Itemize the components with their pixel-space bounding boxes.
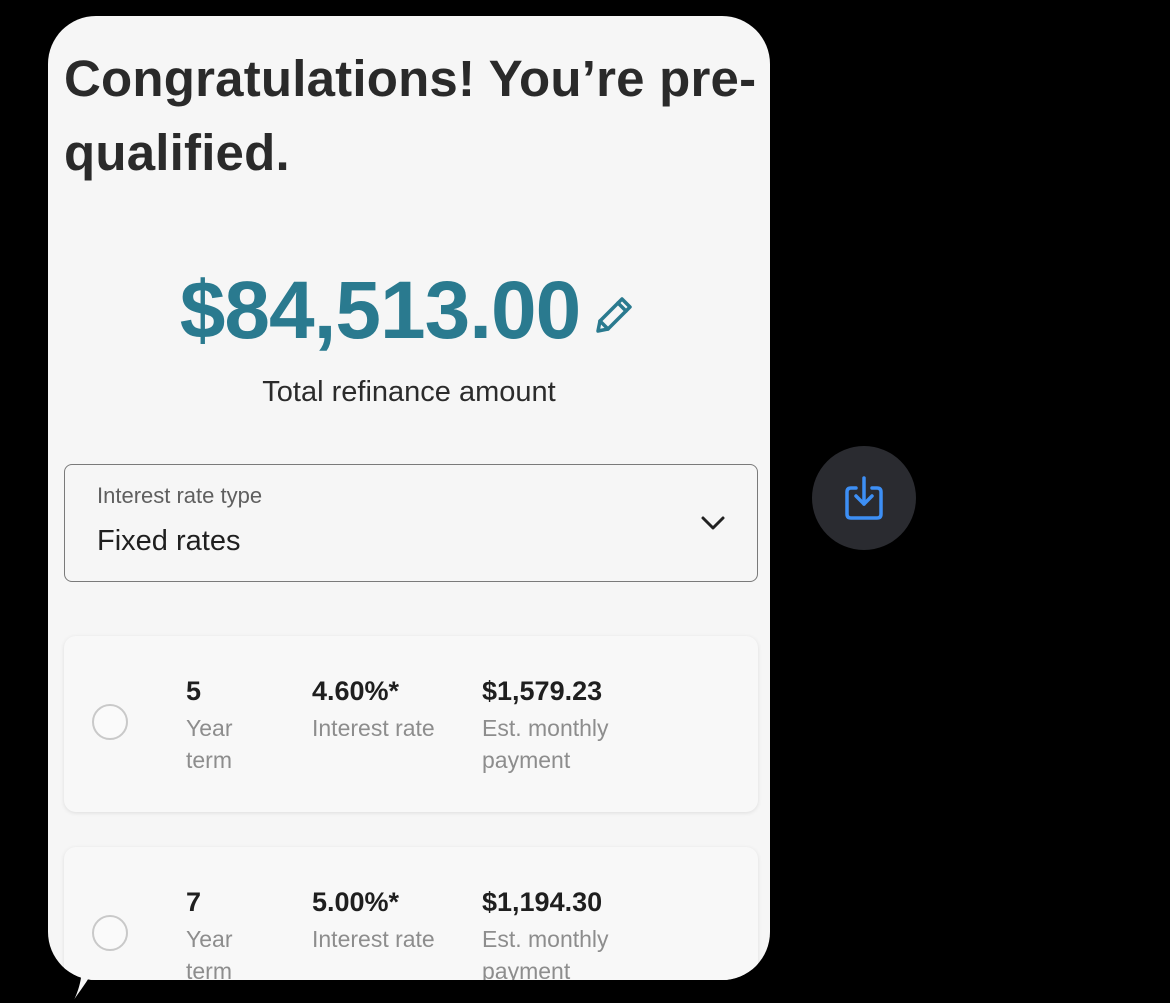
page-title: Congratulations! You’re pre-qualified. xyxy=(64,50,757,181)
term-label: Year term xyxy=(186,715,233,773)
term-column: 7 Year term xyxy=(186,885,276,980)
radio-button[interactable] xyxy=(92,915,128,951)
amount-row: $84,513.00 xyxy=(48,264,770,358)
payment-column: $1,194.30 Est. monthly payment xyxy=(482,885,652,980)
payment-label: Est. monthly payment xyxy=(482,715,609,773)
rate-option-card[interactable]: 7 Year term 5.00%* Interest rate $1,194.… xyxy=(64,847,758,980)
save-download-icon xyxy=(845,476,883,520)
amount-label: Total refinance amount xyxy=(262,376,556,408)
rate-label: Interest rate xyxy=(312,926,435,952)
term-value: 5 xyxy=(186,676,202,706)
rate-value: 5.00%* xyxy=(312,887,400,917)
radio-button[interactable] xyxy=(92,704,128,740)
term-label: Year term xyxy=(186,926,233,980)
rate-column: 5.00%* Interest rate xyxy=(312,885,442,955)
payment-value: $1,194.30 xyxy=(482,887,603,917)
select-label: Interest rate type xyxy=(97,483,263,508)
payment-value: $1,579.23 xyxy=(482,676,603,706)
message-bubble[interactable]: Congratulations! You’re pre-qualified. $… xyxy=(48,16,770,980)
payment-column: $1,579.23 Est. monthly payment xyxy=(482,674,652,776)
pencil-icon[interactable] xyxy=(590,291,638,344)
save-button[interactable] xyxy=(812,446,916,550)
chevron-down-icon xyxy=(699,513,727,538)
payment-label: Est. monthly payment xyxy=(482,926,609,980)
select-value: Fixed rates xyxy=(97,525,241,557)
term-value: 7 xyxy=(186,887,202,917)
rate-value: 4.60%* xyxy=(312,676,400,706)
rate-column: 4.60%* Interest rate xyxy=(312,674,442,744)
rate-option-card[interactable]: 5 Year term 4.60%* Interest rate $1,579.… xyxy=(64,636,758,812)
term-column: 5 Year term xyxy=(186,674,276,776)
rate-label: Interest rate xyxy=(312,715,435,741)
interest-rate-type-select[interactable]: Interest rate type Fixed rates xyxy=(64,464,758,582)
refinance-amount: $84,513.00 xyxy=(179,265,581,356)
